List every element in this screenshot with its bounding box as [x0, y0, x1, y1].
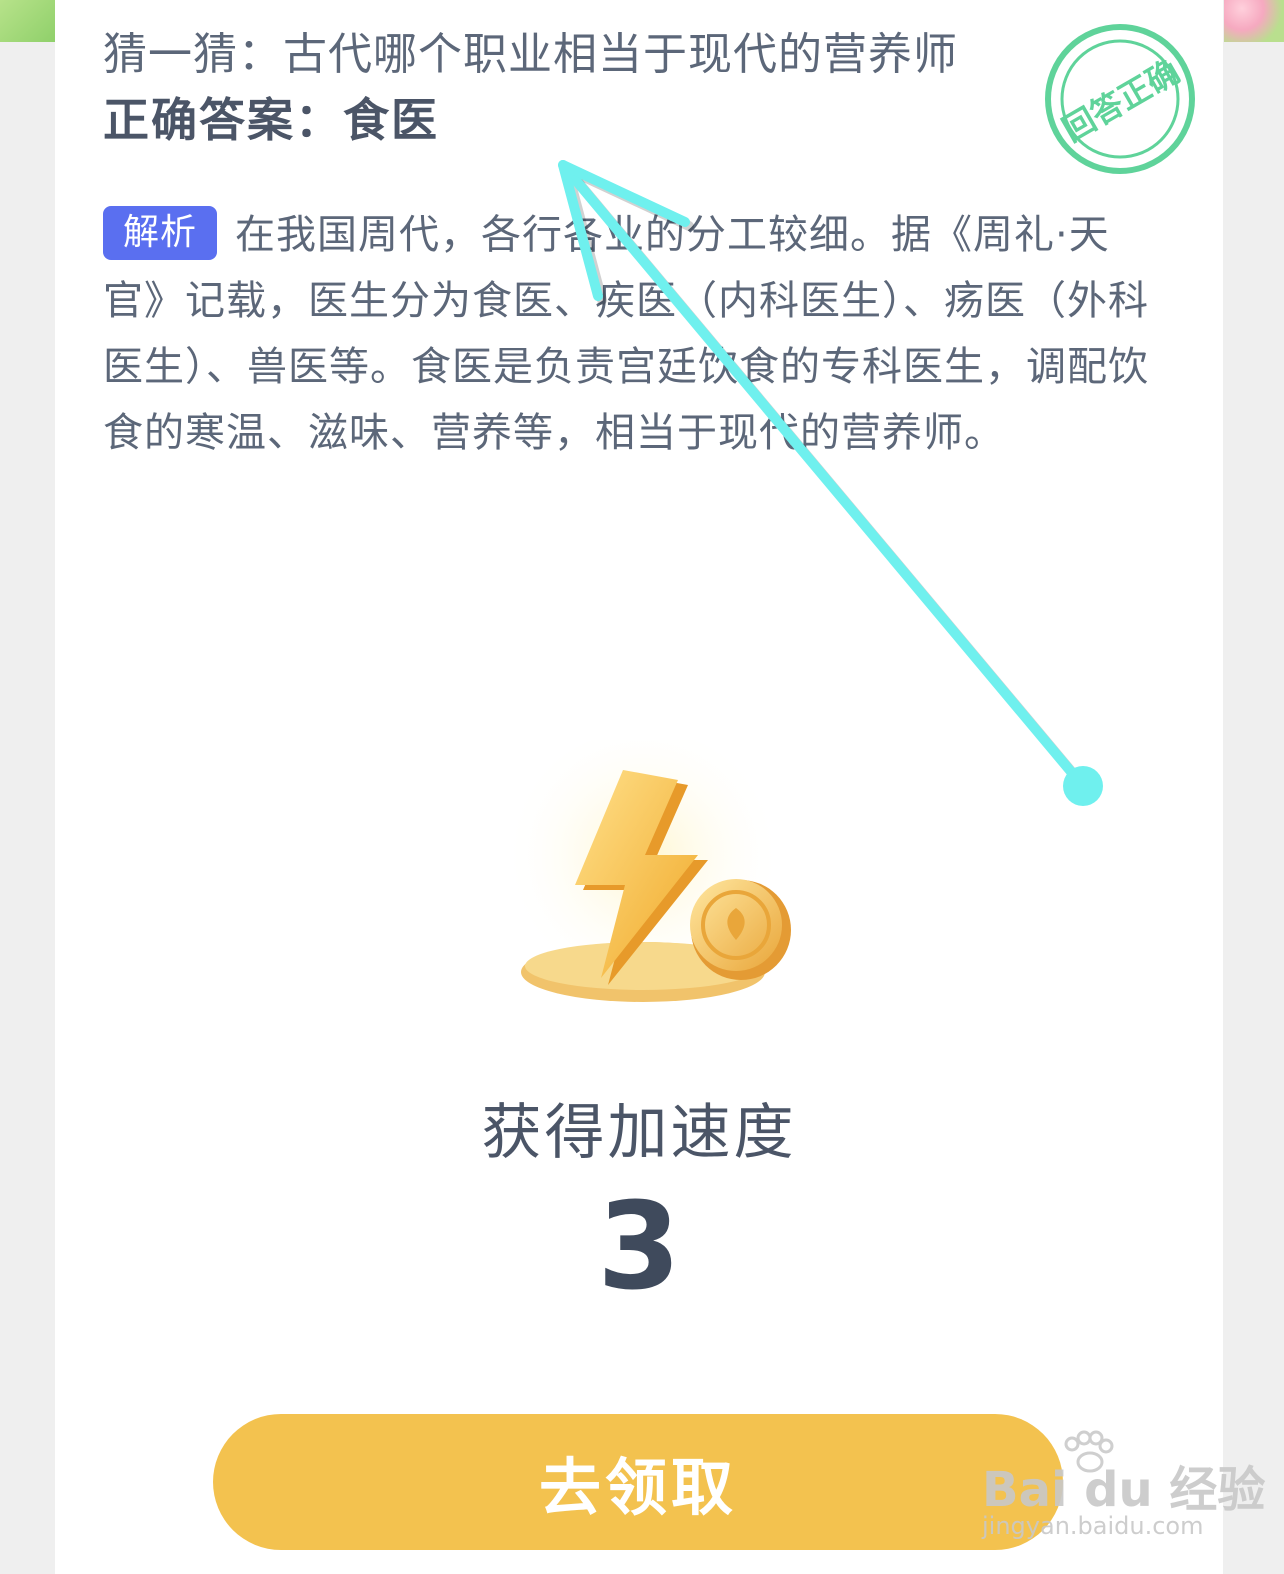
reward-value: 3	[597, 1178, 681, 1317]
background-decoration-left	[0, 0, 56, 42]
question-text: 猜一猜：古代哪个职业相当于现代的营养师	[103, 29, 958, 80]
baidu-watermark: Bai du 经验 jingyan.baidu.com	[982, 1430, 1265, 1546]
analysis-badge: 解析	[103, 206, 218, 260]
claim-button[interactable]: 去领取	[213, 1414, 1063, 1550]
result-card: 猜一猜：古代哪个职业相当于现代的营养师 正确答案：食医 回答正确 解析 在我国周代…	[55, 0, 1223, 1574]
analysis-section: 解析 在我国周代，各行各业的分工较细。据《周礼·天官》记载，医生分为食医、疾医（内…	[103, 202, 1153, 466]
watermark-url: jingyan.baidu.com	[982, 1512, 1204, 1540]
background-decoration-right	[1224, 0, 1284, 42]
lightning-coin-icon	[503, 740, 791, 1010]
analysis-text: 在我国周代，各行各业的分工较细。据《周礼·天官》记载，医生分为食医、疾医（内科医…	[103, 212, 1149, 456]
correct-answer: 正确答案：食医	[103, 93, 439, 147]
reward-label: 获得加速度	[481, 1098, 797, 1168]
watermark-main: Bai du 经验	[982, 1462, 1266, 1518]
correct-stamp: 回答正确	[1045, 24, 1195, 174]
